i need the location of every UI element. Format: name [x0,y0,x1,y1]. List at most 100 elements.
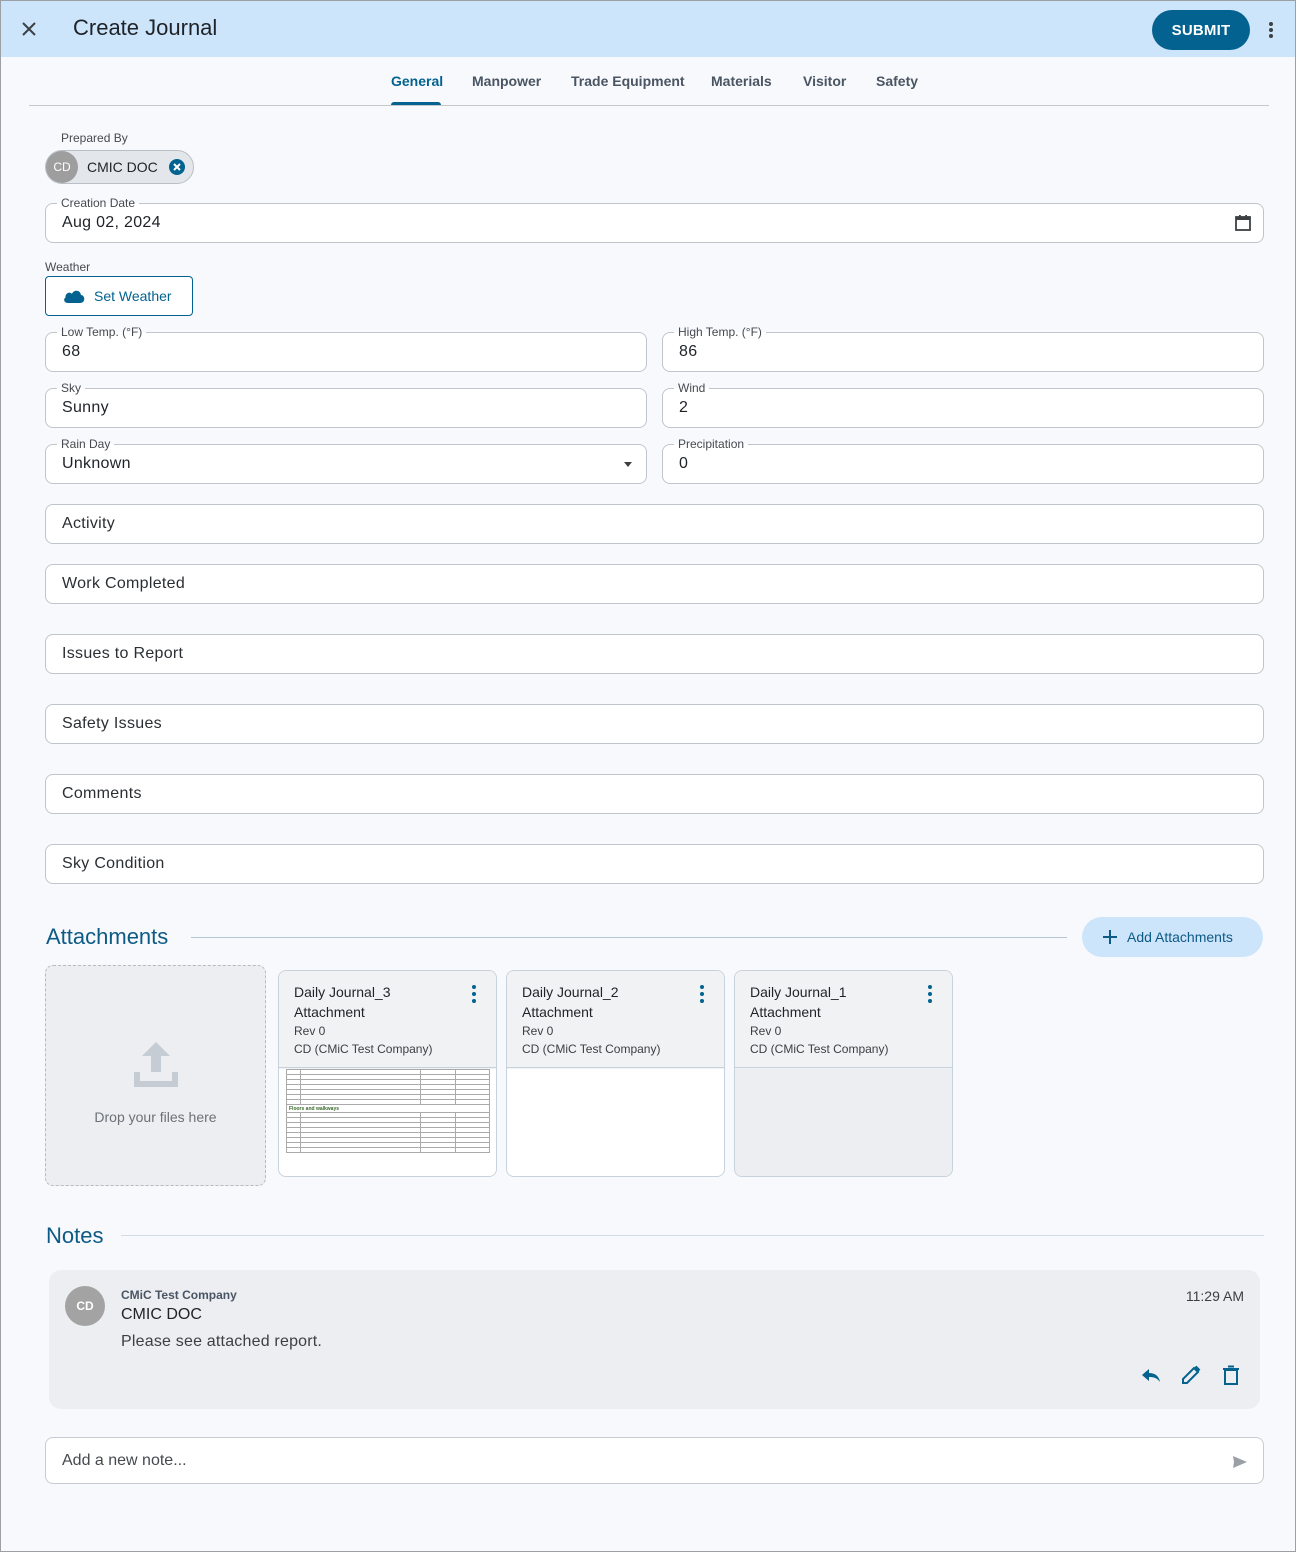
dropzone-text: Drop your files here [94,1109,217,1125]
tab-materials[interactable]: Materials [711,73,772,89]
low-temp-label: Low Temp. (°F) [57,325,147,339]
wind-label: Wind [674,381,710,395]
activity-placeholder: Activity [62,515,116,532]
notes-divider [121,1235,1264,1236]
sky-label: Sky [57,381,86,395]
preview-section-heading: Floors and walkways [286,1104,490,1113]
tab-visitor[interactable]: Visitor [803,73,846,89]
attachment-owner: CD (CMiC Test Company) [294,1042,433,1056]
add-attachments-button[interactable]: Add Attachments [1082,917,1263,957]
attachment-owner: CD (CMiC Test Company) [750,1042,889,1056]
note-item: CD CMiC Test Company CMIC DOC Please see… [49,1270,1260,1409]
active-tab-indicator [391,102,441,105]
note-timestamp: 11:29 AM [1185,1288,1244,1304]
prepared-by-chip[interactable]: CD CMIC DOC [45,150,194,184]
plus-icon [1103,930,1117,944]
high-temp-value: 86 [679,343,698,360]
safety-issues-field[interactable]: Safety Issues [45,704,1264,744]
attachment-title: Daily Journal_3 Attachment [294,984,391,1020]
set-weather-label: Set Weather [94,288,172,304]
wind-field[interactable]: Wind 2 [662,381,1264,428]
close-button[interactable] [17,17,41,41]
attachment-rev: Rev 0 [750,1024,782,1038]
submit-button[interactable]: SUBMIT [1152,10,1250,50]
attachment-card[interactable]: Daily Journal_1 Attachment Rev 0 CD (CMi… [734,970,953,1177]
creation-date-label: Creation Date [57,196,140,210]
attachment-card-header: Daily Journal_3 Attachment Rev 0 CD (CMi… [279,971,496,1068]
avatar: CD [65,1286,105,1326]
new-note-field[interactable] [45,1437,1264,1484]
attachment-rev: Rev 0 [522,1024,554,1038]
send-icon[interactable] [1231,1453,1249,1471]
attachment-card-header: Daily Journal_1 Attachment Rev 0 CD (CMi… [735,971,952,1068]
upload-icon [134,1042,178,1087]
attachments-heading: Attachments [46,924,169,949]
page-title: Create Journal [73,15,218,40]
set-weather-button[interactable]: Set Weather [45,276,193,316]
new-note-input[interactable] [62,1450,1212,1472]
creation-date-field[interactable]: Creation Date Aug 02, 2024 [45,196,1264,243]
app-header: Create Journal SUBMIT [1,1,1295,57]
note-company: CMiC Test Company [121,1288,237,1302]
add-attachments-label: Add Attachments [1127,929,1233,945]
remove-chip-icon[interactable] [169,159,185,175]
sky-condition-placeholder: Sky Condition [62,855,165,872]
creation-date-value: Aug 02, 2024 [62,214,161,231]
more-vert-icon [1269,22,1273,38]
attachment-preview-document: Floors and walkways [279,1069,496,1176]
edit-icon[interactable] [1180,1364,1202,1386]
attachment-card[interactable]: Daily Journal_3 Attachment Rev 0 CD (CMi… [278,970,497,1177]
note-text: Please see attached report. [121,1333,323,1350]
tab-general[interactable]: General [391,73,443,89]
issues-to-report-field[interactable]: Issues to Report [45,634,1264,674]
sky-condition-field[interactable]: Sky Condition [45,844,1264,884]
rain-day-value: Unknown [62,455,131,472]
comments-field[interactable]: Comments [45,774,1264,814]
high-temp-field[interactable]: High Temp. (°F) 86 [662,325,1264,372]
dropdown-arrow-icon [624,462,632,467]
close-icon [22,22,36,36]
note-author: CMIC DOC [121,1306,202,1323]
rain-day-label: Rain Day [57,437,115,451]
attachment-card-header: Daily Journal_2 Attachment Rev 0 CD (CMi… [507,971,724,1068]
prepared-by-label: Prepared By [61,131,128,145]
activity-field[interactable]: Activity [45,504,1264,544]
calendar-icon[interactable] [1233,213,1253,233]
high-temp-label: High Temp. (°F) [674,325,766,339]
file-dropzone[interactable]: Drop your files here [45,965,266,1186]
rain-day-select[interactable]: Rain Day Unknown [45,437,647,484]
wind-value: 2 [679,399,689,416]
more-vert-icon[interactable] [695,984,709,1004]
tab-trade-equipment[interactable]: Trade Equipment [571,73,685,89]
precipitation-field[interactable]: Precipitation 0 [662,437,1264,484]
preview-table: Floors and walkways [286,1069,490,1153]
tab-manpower[interactable]: Manpower [472,73,541,89]
work-completed-placeholder: Work Completed [62,575,186,592]
cloud-icon [64,290,85,303]
attachment-rev: Rev 0 [294,1024,326,1038]
work-completed-field[interactable]: Work Completed [45,564,1264,604]
more-vert-icon[interactable] [923,984,937,1004]
attachment-owner: CD (CMiC Test Company) [522,1042,661,1056]
issues-to-report-placeholder: Issues to Report [62,645,184,662]
notes-heading: Notes [46,1223,104,1248]
tab-bar: General Manpower Trade Equipment Materia… [29,57,1269,106]
more-options-button[interactable] [1259,17,1283,43]
attachment-preview-empty [735,1069,952,1176]
comments-placeholder: Comments [62,785,142,802]
attachment-title: Daily Journal_1 Attachment [750,984,847,1020]
low-temp-field[interactable]: Low Temp. (°F) 68 [45,325,647,372]
more-vert-icon[interactable] [467,984,481,1004]
reply-icon[interactable] [1140,1364,1162,1386]
precipitation-value: 0 [679,455,689,472]
tab-safety[interactable]: Safety [876,73,918,89]
attachment-preview-blank [507,1069,724,1176]
attachment-card[interactable]: Daily Journal_2 Attachment Rev 0 CD (CMi… [506,970,725,1177]
sky-field[interactable]: Sky Sunny [45,381,647,428]
delete-icon[interactable] [1220,1364,1242,1386]
weather-label: Weather [45,260,91,274]
avatar: CD [46,151,78,183]
attachment-title: Daily Journal_2 Attachment [522,984,619,1020]
safety-issues-placeholder: Safety Issues [62,715,162,732]
prepared-by-name: CMIC DOC [87,159,158,175]
